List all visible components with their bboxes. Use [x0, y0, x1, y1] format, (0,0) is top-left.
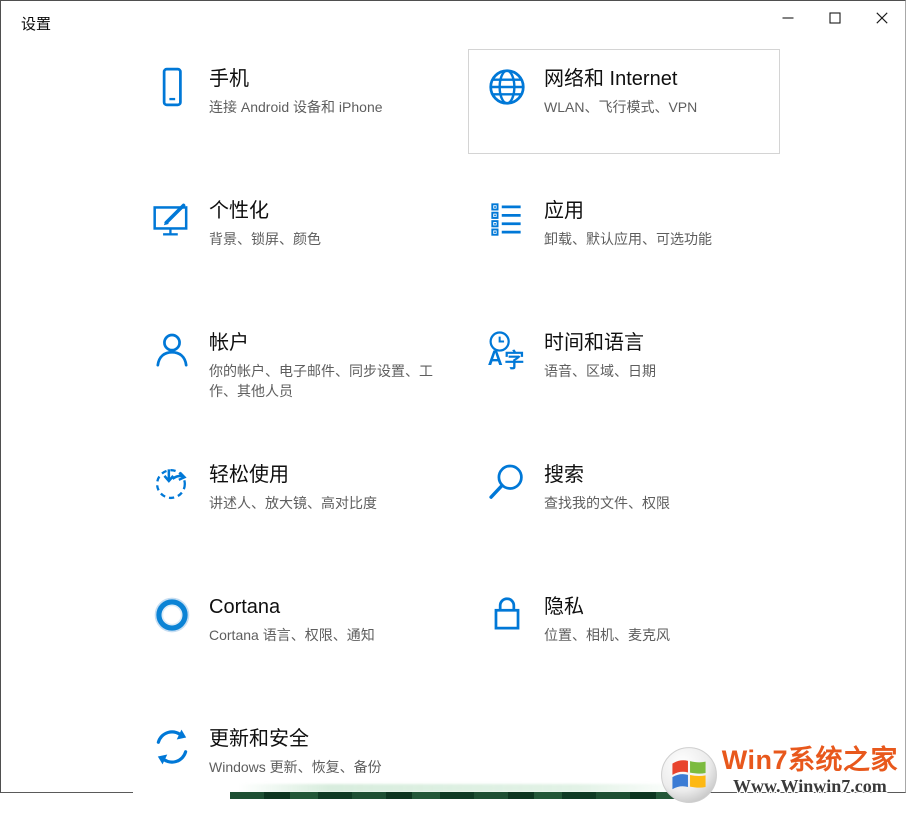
settings-category-search[interactable]: 搜索 查找我的文件、权限 [468, 445, 780, 550]
category-title: 帐户 [209, 330, 439, 356]
settings-category-network[interactable]: 网络和 Internet WLAN、飞行模式、VPN [468, 49, 780, 154]
cortana-icon [151, 594, 193, 636]
category-subtitle: WLAN、飞行模式、VPN [544, 97, 774, 117]
category-subtitle: 语音、区域、日期 [544, 361, 774, 381]
win7-flag-logo-icon [660, 745, 718, 801]
window-controls [764, 1, 905, 35]
settings-category-apps[interactable]: 应用 卸载、默认应用、可选功能 [468, 181, 780, 286]
category-title: 时间和语言 [544, 330, 774, 356]
settings-category-accounts[interactable]: 帐户 你的帐户、电子邮件、同步设置、工作、其他人员 [133, 313, 445, 418]
title-bar: 设置 [1, 1, 905, 41]
category-subtitle: 讲述人、放大镜、高对比度 [209, 493, 439, 513]
settings-category-phone[interactable]: 手机 连接 Android 设备和 iPhone [133, 49, 445, 154]
time-language-icon: A字 [486, 330, 528, 372]
category-text: Cortana Cortana 语言、权限、通知 [209, 594, 439, 645]
category-text: 更新和安全 Windows 更新、恢复、备份 [209, 726, 439, 777]
category-title: 搜索 [544, 462, 774, 488]
maximize-icon [829, 12, 841, 24]
category-text: 时间和语言 语音、区域、日期 [544, 330, 774, 381]
category-title: 网络和 Internet [544, 66, 774, 92]
category-subtitle: Windows 更新、恢复、备份 [209, 757, 439, 777]
globe-icon [486, 66, 528, 108]
category-text: 手机 连接 Android 设备和 iPhone [209, 66, 439, 117]
svg-text:字: 字 [504, 348, 524, 372]
category-text: 搜索 查找我的文件、权限 [544, 462, 774, 513]
category-title: 手机 [209, 66, 439, 92]
category-subtitle: 你的帐户、电子邮件、同步设置、工作、其他人员 [209, 361, 439, 401]
settings-category-privacy[interactable]: 隐私 位置、相机、麦克风 [468, 577, 780, 682]
category-title: 个性化 [209, 198, 439, 224]
category-text: 轻松使用 讲述人、放大镜、高对比度 [209, 462, 439, 513]
update-icon [151, 726, 193, 768]
category-title: 更新和安全 [209, 726, 439, 752]
category-title: Cortana [209, 594, 439, 620]
category-text: 隐私 位置、相机、麦克风 [544, 594, 774, 645]
search-icon [486, 462, 528, 504]
watermark-brand: Win7系统之家 [722, 747, 898, 774]
category-text: 个性化 背景、锁屏、颜色 [209, 198, 439, 249]
maximize-button[interactable] [811, 1, 858, 35]
settings-category-time-language[interactable]: A字 时间和语言 语音、区域、日期 [468, 313, 780, 418]
close-button[interactable] [858, 1, 905, 35]
category-subtitle: 背景、锁屏、颜色 [209, 229, 439, 249]
privacy-icon [486, 594, 528, 636]
phone-icon [151, 66, 193, 108]
settings-category-ease-of-access[interactable]: 轻松使用 讲述人、放大镜、高对比度 [133, 445, 445, 550]
category-text: 应用 卸载、默认应用、可选功能 [544, 198, 774, 249]
close-icon [876, 12, 888, 24]
bottom-green-haze [238, 784, 690, 792]
page-title: 设置 [21, 13, 51, 34]
watermark-text: Win7系统之家 Www.Winwin7.com [722, 747, 898, 799]
category-subtitle: 查找我的文件、权限 [544, 493, 774, 513]
bottom-green-bar [230, 792, 700, 799]
minimize-icon [782, 12, 794, 24]
svg-text:A: A [488, 347, 503, 370]
personalization-icon [151, 198, 193, 240]
settings-grid: 手机 连接 Android 设备和 iPhone 网络和 Internet WL… [133, 49, 780, 814]
settings-category-personalization[interactable]: 个性化 背景、锁屏、颜色 [133, 181, 445, 286]
category-title: 隐私 [544, 594, 774, 620]
category-text: 网络和 Internet WLAN、飞行模式、VPN [544, 66, 774, 117]
watermark-site: Www.Winwin7.com [733, 777, 887, 795]
accounts-icon [151, 330, 193, 372]
category-title: 应用 [544, 198, 774, 224]
category-subtitle: 位置、相机、麦克风 [544, 625, 774, 645]
apps-icon [486, 198, 528, 240]
category-subtitle: 卸载、默认应用、可选功能 [544, 229, 774, 249]
category-subtitle: Cortana 语言、权限、通知 [209, 625, 439, 645]
settings-window: 设置 手机 连接 Android 设备和 iPhone [0, 0, 906, 793]
category-text: 帐户 你的帐户、电子邮件、同步设置、工作、其他人员 [209, 330, 439, 401]
watermark: Win7系统之家 Www.Winwin7.com [660, 745, 898, 799]
ease-of-access-icon [151, 462, 193, 504]
settings-category-cortana[interactable]: Cortana Cortana 语言、权限、通知 [133, 577, 445, 682]
category-title: 轻松使用 [209, 462, 439, 488]
category-subtitle: 连接 Android 设备和 iPhone [209, 97, 439, 117]
minimize-button[interactable] [764, 1, 811, 35]
